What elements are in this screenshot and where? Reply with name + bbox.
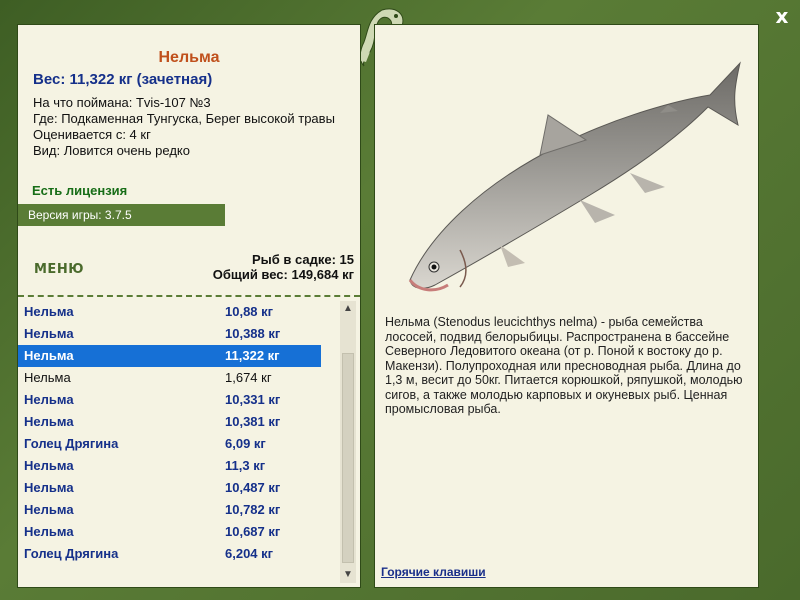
fish-description: Нельма (Stenodus leucichthys nelma) - ры… — [385, 315, 743, 416]
catch-list-item[interactable]: Нельма 10,388 кг — [18, 323, 338, 345]
catch-fish-weight: 10,88 кг — [225, 304, 274, 319]
catch-location: Где: Подкаменная Тунгуска, Берег высокой… — [33, 111, 335, 126]
scroll-down-icon[interactable]: ▼ — [340, 567, 356, 583]
catch-list-item[interactable]: Нельма 11,322 кг — [18, 345, 321, 367]
fish-weight: Вес: 11,322 кг (зачетная) — [33, 71, 213, 88]
catch-fish-name: Нельма — [24, 304, 74, 319]
catch-fish-weight: 10,388 кг — [225, 326, 281, 341]
menu-button[interactable]: МЕНЮ — [34, 262, 84, 277]
total-weight: Общий вес: 149,684 кг — [212, 267, 354, 282]
catch-list-item[interactable]: Нельма 10,88 кг — [18, 301, 338, 323]
divider — [18, 295, 360, 297]
catch-fish-name: Нельма — [24, 370, 71, 385]
fish-count: Рыб в садке: 15 — [251, 252, 354, 267]
fish-image — [408, 61, 741, 292]
catch-fish-name: Нельма — [24, 392, 74, 407]
catch-fish-weight: 6,204 кг — [225, 546, 274, 561]
caught-on: На что поймана: Tvis-107 №3 — [33, 95, 211, 110]
catch-fish-weight: 1,674 кг — [225, 370, 272, 385]
catch-list: Нельма 10,88 кг Нельма 10,388 кг Нельма 11,32… — [18, 301, 338, 585]
catch-fish-name: Нельма — [24, 502, 74, 517]
catch-list-item[interactable]: Нельма 10,487 кг — [18, 477, 338, 499]
fish-name: Нельма — [158, 49, 220, 66]
catch-fish-name: Нельма — [24, 524, 74, 539]
license-status: Есть лицензия — [32, 183, 128, 198]
scroll-up-icon[interactable]: ▲ — [340, 301, 356, 317]
scrollbar[interactable]: ▲ ▼ — [340, 301, 356, 583]
catch-fish-name: Нельма — [24, 414, 74, 429]
catch-list-item[interactable]: Нельма 10,331 кг — [18, 389, 338, 411]
catch-details-panel: Нельма Вес: 11,322 кг (зачетная) На что … — [17, 24, 361, 588]
catch-fish-weight: 10,331 кг — [225, 392, 281, 407]
catch-fish-weight: 10,487 кг — [225, 480, 281, 495]
game-version: Версия игры: 3.7.5 — [18, 204, 225, 226]
catch-fish-name: Нельма — [24, 480, 74, 495]
catch-list-item[interactable]: Нельма 11,3 кг — [18, 455, 338, 477]
rarity: Вид: Ловится очень редко — [33, 143, 190, 158]
catch-fish-weight: 6,09 кг — [225, 436, 266, 451]
catch-fish-weight: 10,381 кг — [225, 414, 281, 429]
catch-fish-name: Нельма — [24, 458, 74, 473]
valued-from: Оценивается с: 4 кг — [33, 127, 151, 142]
catch-fish-name: Голец Дрягина — [24, 546, 119, 561]
catch-fish-weight: 11,3 кг — [225, 458, 266, 473]
catch-list-item[interactable]: Нельма 10,687 кг — [18, 521, 338, 543]
catch-list-item[interactable]: Голец Дрягина 6,09 кг — [18, 433, 338, 455]
catch-fish-weight: 11,322 кг — [225, 348, 280, 363]
catch-fish-name: Голец Дрягина — [24, 436, 119, 451]
catch-fish-name: Нельма — [24, 326, 74, 341]
fish-info: На что поймана: Tvis-107 №3 Где: Подкаме… — [33, 95, 353, 159]
fish-info-panel: Нельма (Stenodus leucichthys nelma) - ры… — [374, 24, 759, 588]
catch-list-item[interactable]: Нельма 10,782 кг — [18, 499, 338, 521]
catch-list-item[interactable]: Нельма 10,381 кг — [18, 411, 338, 433]
hotkeys-link[interactable]: Горячие клавиши — [381, 565, 486, 579]
catch-fish-weight: 10,782 кг — [225, 502, 281, 517]
keepnet-stats: Рыб в садке: 15 Общий вес: 149,684 кг — [213, 252, 354, 282]
catch-fish-weight: 10,687 кг — [225, 524, 281, 539]
catch-list-item[interactable]: Голец Дрягина 6,204 кг — [18, 543, 338, 565]
catch-fish-name: Нельма — [24, 348, 74, 363]
catch-list-item[interactable]: Нельма 1,674 кг — [18, 367, 338, 389]
close-button[interactable]: x — [772, 6, 792, 26]
scroll-thumb[interactable] — [342, 353, 354, 563]
